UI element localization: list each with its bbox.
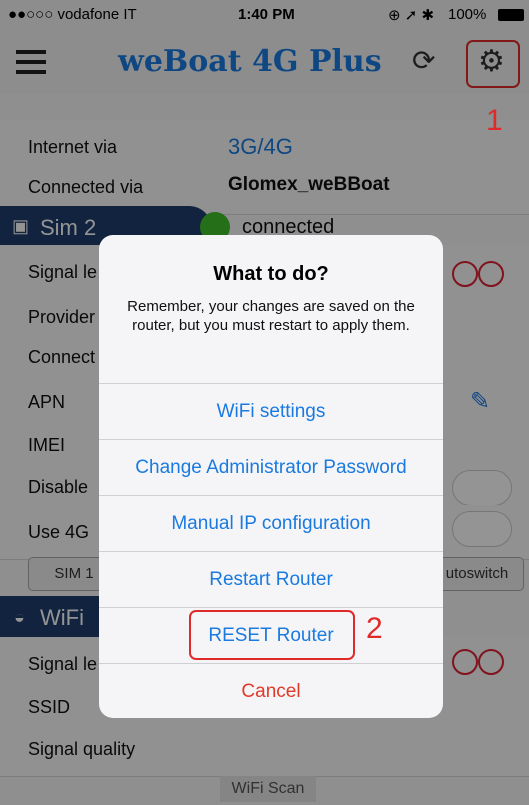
wifi-settings-button[interactable]: WiFi settings — [99, 383, 443, 440]
dialog-message: Remember, your changes are saved on the … — [127, 298, 415, 334]
callout-number-1: 1 — [486, 104, 503, 137]
cancel-button[interactable]: Cancel — [99, 663, 443, 718]
action-dialog: What to do? Remember, your changes are s… — [99, 235, 443, 718]
callout-number-2: 2 — [366, 612, 383, 645]
restart-router-button[interactable]: Restart Router — [99, 551, 443, 608]
dialog-title: What to do? — [213, 263, 329, 285]
manual-ip-configuration-button[interactable]: Manual IP configuration — [99, 495, 443, 552]
change-admin-password-button[interactable]: Change Administrator Password — [99, 439, 443, 496]
reset-router-callout — [189, 610, 355, 660]
